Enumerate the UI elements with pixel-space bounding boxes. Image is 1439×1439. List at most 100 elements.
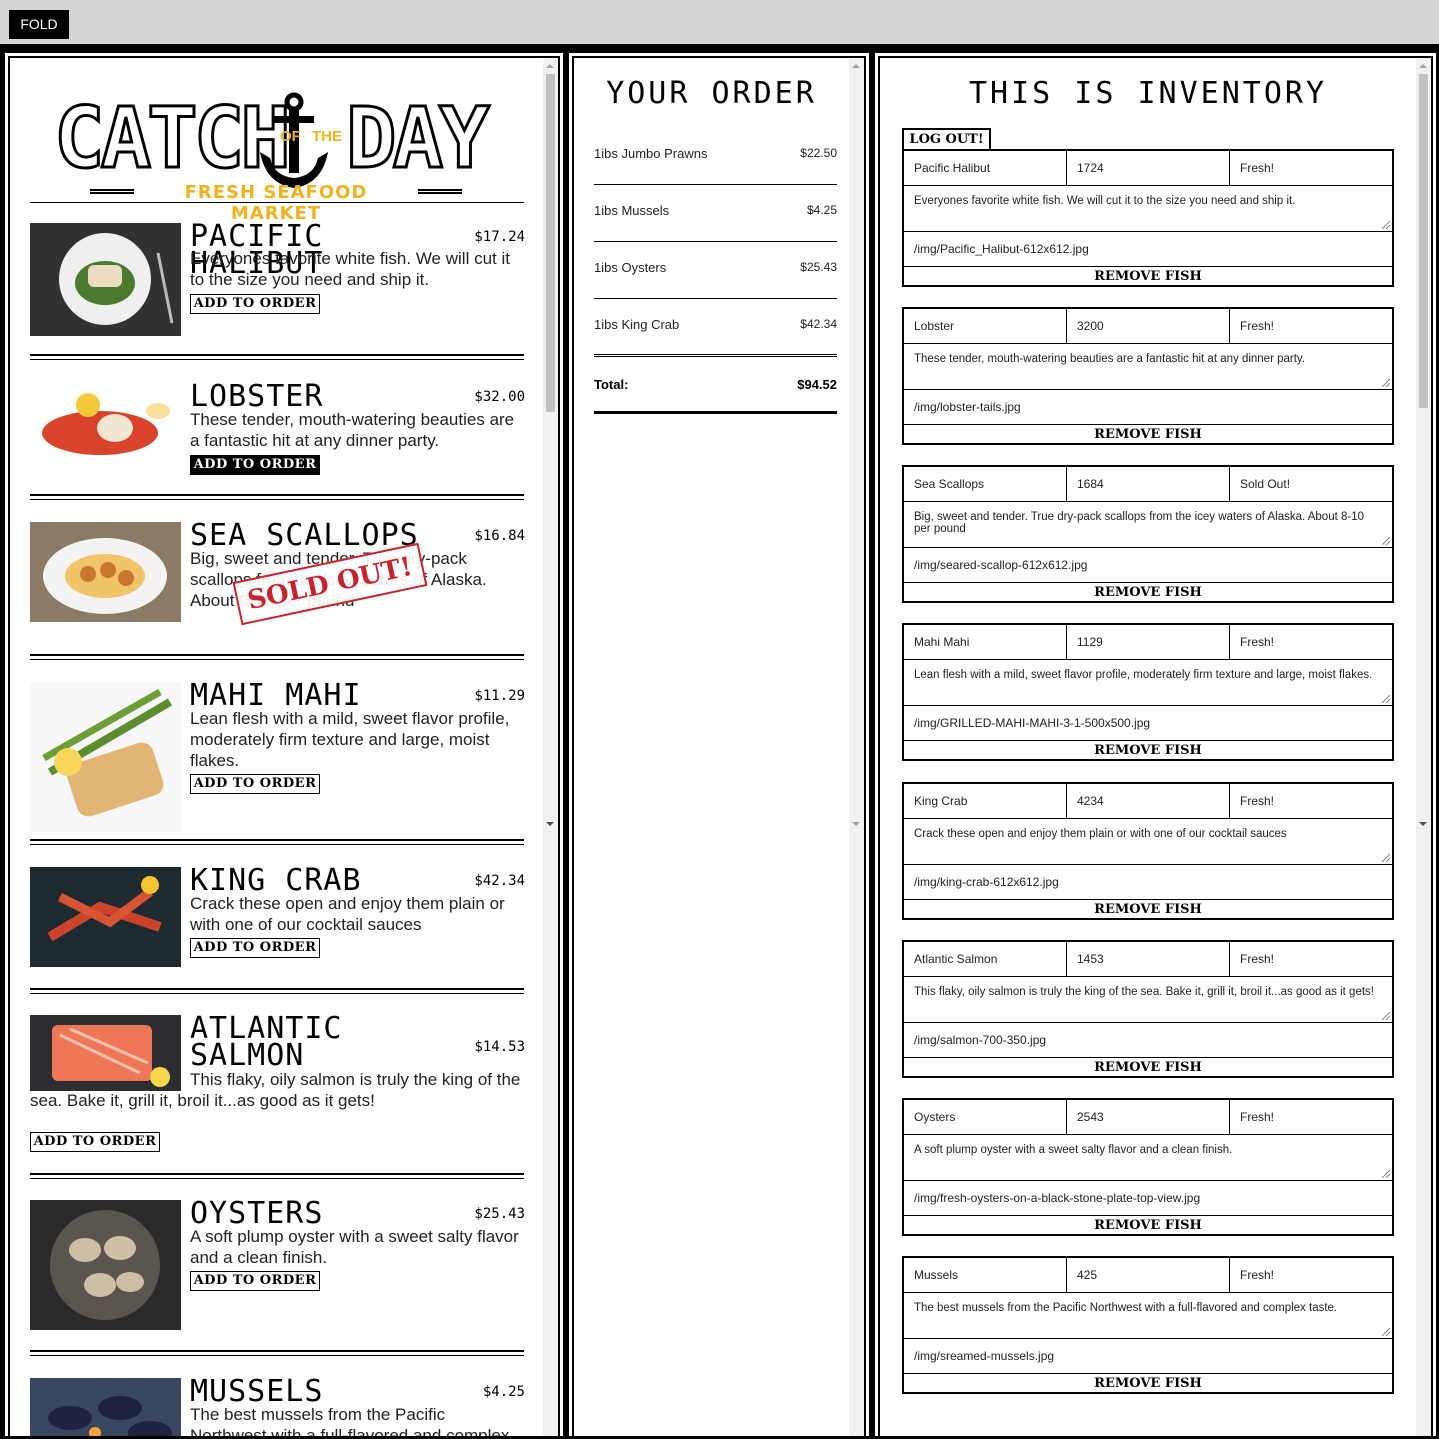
fish-image-input[interactable]: /img/seared-scallop-612x612.jpg — [904, 548, 1392, 583]
fish-status-select[interactable]: Fresh! — [1230, 309, 1392, 344]
fish-image-input[interactable]: /img/lobster-tails.jpg — [904, 390, 1392, 425]
fish-status-select[interactable]: Fresh! — [1230, 1100, 1392, 1135]
remove-fish-button[interactable]: REMOVE FISH — [904, 583, 1392, 601]
fish-name-input[interactable]: Atlantic Salmon — [904, 942, 1067, 977]
fold-button[interactable]: FOLD — [9, 10, 69, 39]
scroll-down-arrow-icon[interactable] — [852, 822, 860, 826]
fish-image-input[interactable]: /img/fresh-oysters-on-a-black-stone-plat… — [904, 1181, 1392, 1216]
fish-name-input[interactable]: Oysters — [904, 1100, 1067, 1135]
fish-name-input[interactable]: Sea Scallops — [904, 467, 1067, 502]
fish-price-input[interactable]: 3200 — [1067, 309, 1230, 344]
add-to-order-button[interactable]: ADD TO ORDER — [190, 294, 320, 314]
resize-handle-icon[interactable] — [1382, 854, 1390, 862]
fish-price-input[interactable]: 4234 — [1067, 784, 1230, 819]
fish-status-select[interactable]: Fresh! — [1230, 625, 1392, 660]
remove-fish-button[interactable]: REMOVE FISH — [904, 425, 1392, 443]
scroll-up-arrow-icon[interactable] — [1419, 64, 1427, 68]
fish-price-input[interactable]: 1684 — [1067, 467, 1230, 502]
remove-fish-button[interactable]: REMOVE FISH — [904, 1058, 1392, 1076]
resize-handle-icon[interactable] — [1382, 1328, 1390, 1336]
tagline-rule-left — [90, 189, 134, 194]
resize-handle-icon[interactable] — [1382, 537, 1390, 545]
menu-scrollbar[interactable] — [543, 58, 558, 1436]
fish-desc-textarea[interactable]: A soft plump oyster with a sweet salty f… — [904, 1135, 1392, 1181]
fish-status-select[interactable]: Fresh! — [1230, 151, 1392, 186]
order-item-name: 1ibs Oysters — [594, 260, 667, 275]
fish-name: King Crab — [190, 863, 362, 898]
scroll-down-arrow-icon[interactable] — [546, 822, 554, 826]
remove-fish-button[interactable]: REMOVE FISH — [904, 741, 1392, 759]
fish-desc-textarea[interactable]: Everyones favorite white fish. We will c… — [904, 186, 1392, 232]
fish-desc-textarea[interactable]: Big, sweet and tender. True dry-pack sca… — [904, 502, 1392, 548]
resize-handle-icon[interactable] — [1382, 1012, 1390, 1020]
remove-fish-button[interactable]: REMOVE FISH — [904, 900, 1392, 918]
add-to-order-button[interactable]: ADD TO ORDER — [190, 455, 320, 475]
fish-image-input[interactable]: /img/salmon-700-350.jpg — [904, 1023, 1392, 1058]
logo-divider — [30, 202, 524, 203]
remove-fish-button[interactable]: REMOVE FISH — [904, 1216, 1392, 1234]
fish-desc-textarea[interactable]: Lean flesh with a mild, sweet flavor pro… — [904, 660, 1392, 706]
add-to-order-button[interactable]: ADD TO ORDER — [190, 938, 320, 958]
scroll-thumb[interactable] — [1419, 74, 1428, 408]
add-to-order-button[interactable]: ADD TO ORDER — [30, 1132, 160, 1152]
fish-price-input[interactable]: 1129 — [1067, 625, 1230, 660]
fish-price: $14.53 — [474, 1039, 525, 1055]
scroll-up-arrow-icon[interactable] — [852, 64, 860, 68]
fish-price: $11.29 — [474, 688, 525, 704]
fish-price-input[interactable]: 1453 — [1067, 942, 1230, 977]
fish-price-input[interactable]: 425 — [1067, 1258, 1230, 1293]
order-item-price: $4.25 — [806, 203, 837, 217]
fish-image-input[interactable]: /img/sreamed-mussels.jpg — [904, 1339, 1392, 1374]
order-scrollbar[interactable] — [849, 58, 864, 1436]
fish-desc-text: Everyones favorite white fish. We will c… — [914, 195, 1296, 207]
fish-price-input[interactable]: 2543 — [1067, 1100, 1230, 1135]
fish-desc-textarea[interactable]: These tender, mouth-watering beauties ar… — [904, 344, 1392, 390]
fish-description: Crack these open and enjoy them plain or… — [190, 894, 505, 934]
remove-fish-button[interactable]: REMOVE FISH — [904, 1374, 1392, 1392]
resize-handle-icon[interactable] — [1382, 221, 1390, 229]
fish-image-input[interactable]: /img/GRILLED-MAHI-MAHI-3-1-500x500.jpg — [904, 706, 1392, 741]
inventory-scrollbar[interactable] — [1416, 58, 1431, 1436]
add-to-order-button[interactable]: ADD TO ORDER — [190, 774, 320, 794]
menu-fish-item: Oysters $25.43 A soft plump oyster with … — [30, 1199, 525, 1335]
fish-status-select[interactable]: Fresh! — [1230, 1258, 1392, 1293]
remove-fish-button[interactable]: REMOVE FISH — [904, 267, 1392, 285]
inventory-row: Mahi Mahi 1129 Fresh! — [904, 625, 1392, 660]
fish-desc-textarea[interactable]: Crack these open and enjoy them plain or… — [904, 819, 1392, 865]
scroll-thumb[interactable] — [546, 74, 555, 412]
fish-name-input[interactable]: Mahi Mahi — [904, 625, 1067, 660]
inventory-fish-form: King Crab 4234 Fresh! Crack these open a… — [902, 782, 1394, 920]
fish-desc-textarea[interactable]: This flaky, oily salmon is truly the kin… — [904, 977, 1392, 1023]
fish-desc-textarea[interactable]: The best mussels from the Pacific Northw… — [904, 1293, 1392, 1339]
log-out-button[interactable]: LOG OUT! — [902, 128, 991, 149]
fish-image-input[interactable]: /img/king-crab-612x612.jpg — [904, 865, 1392, 900]
scroll-down-arrow-icon[interactable] — [1419, 822, 1427, 826]
fish-separator — [30, 354, 524, 360]
fish-image-input[interactable]: /img/Pacific_Halibut-612x612.jpg — [904, 232, 1392, 267]
inventory-fish-form: Mussels 425 Fresh! The best mussels from… — [902, 1256, 1394, 1394]
fish-separator — [30, 654, 524, 660]
resize-handle-icon[interactable] — [1382, 379, 1390, 387]
fish-name-input[interactable]: Pacific Halibut — [904, 151, 1067, 186]
fish-name-input[interactable]: King Crab — [904, 784, 1067, 819]
fish-desc-text: Big, sweet and tender. True dry-pack sca… — [914, 511, 1365, 535]
order-scroll-area[interactable]: YOUR ORDER 1ibs Jumbo Prawns $22.50 1ibs… — [572, 56, 866, 1436]
inventory-scroll-area[interactable]: THIS IS INVENTORY LOG OUT! Pacific Halib… — [878, 56, 1433, 1436]
resize-handle-icon[interactable] — [1382, 695, 1390, 703]
fish-status-select[interactable]: Fresh! — [1230, 942, 1392, 977]
menu-scroll-area[interactable]: CATCH OF THE DAY FRESH SEAFOOD MARKET PA… — [8, 56, 560, 1436]
fish-price-input[interactable]: 1724 — [1067, 151, 1230, 186]
inventory-panel: THIS IS INVENTORY LOG OUT! Pacific Halib… — [872, 50, 1439, 1439]
top-bar: FOLD — [0, 0, 1439, 44]
fish-status-select[interactable]: Sold Out! — [1230, 467, 1392, 502]
scroll-up-arrow-icon[interactable] — [546, 64, 554, 68]
fish-photo — [30, 223, 181, 336]
add-to-order-button[interactable]: ADD TO ORDER — [190, 1271, 320, 1291]
fish-status-select[interactable]: Fresh! — [1230, 784, 1392, 819]
fish-photo — [30, 682, 181, 832]
order-item-name: 1ibs King Crab — [594, 317, 680, 332]
fish-name-input[interactable]: Lobster — [904, 309, 1067, 344]
fish-name-input[interactable]: Mussels — [904, 1258, 1067, 1293]
resize-handle-icon[interactable] — [1382, 1170, 1390, 1178]
fish-desc-text: A soft plump oyster with a sweet salty f… — [914, 1144, 1233, 1156]
